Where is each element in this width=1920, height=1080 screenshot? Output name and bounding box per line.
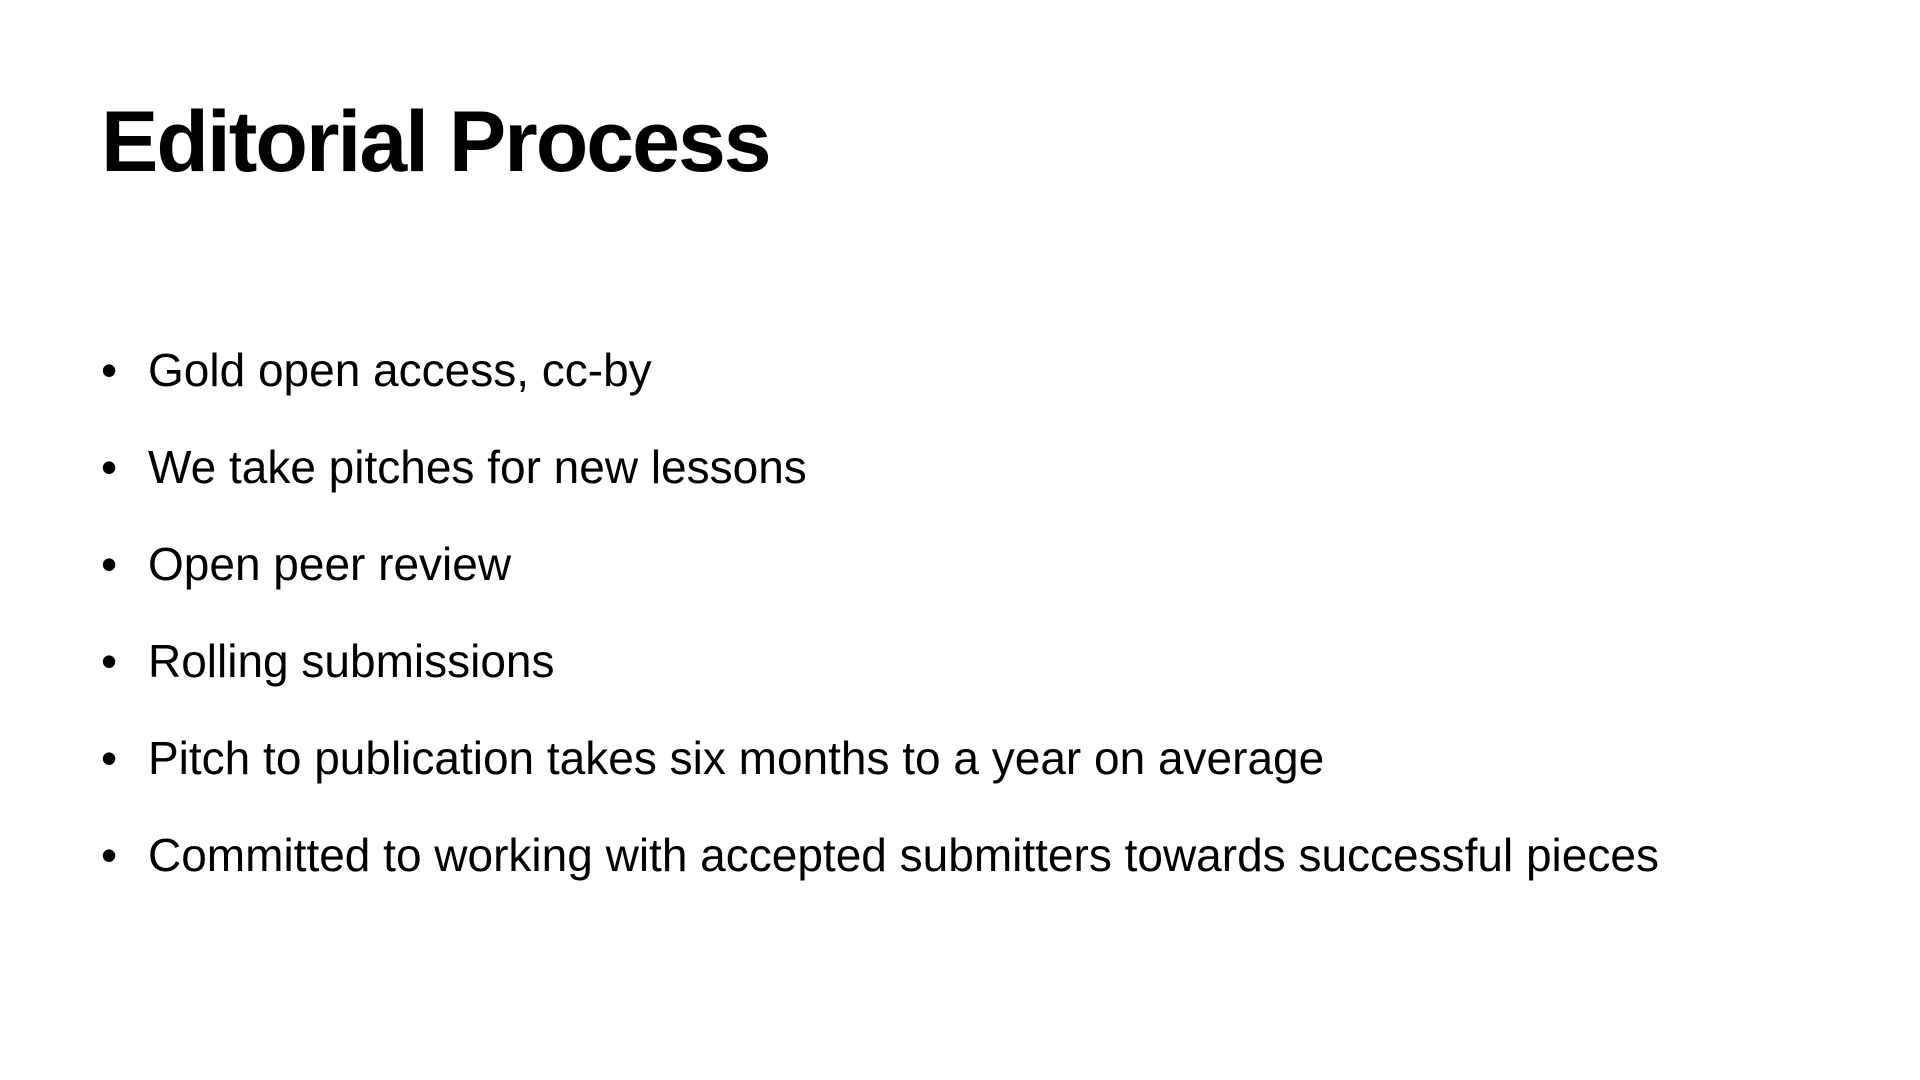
slide: Editorial Process • Gold open access, cc…: [0, 0, 1920, 1080]
bullet-text: Gold open access, cc-by: [148, 344, 652, 396]
bullet-text: Open peer review: [148, 538, 512, 590]
bullet-text: We take pitches for new lessons: [148, 441, 807, 493]
bullet-icon: •: [101, 732, 118, 784]
bullet-icon: •: [101, 829, 118, 881]
bullet-icon: •: [101, 538, 118, 590]
bullet-icon: •: [101, 635, 118, 687]
slide-title: Editorial Process: [101, 94, 772, 190]
bullet-icon: •: [101, 441, 118, 493]
bullet-text: Committed to working with accepted submi…: [148, 829, 1659, 881]
bullet-text: Pitch to publication takes six months to…: [148, 732, 1325, 784]
bullet-icon: •: [101, 344, 118, 396]
bullet-text: Rolling submissions: [148, 635, 555, 687]
